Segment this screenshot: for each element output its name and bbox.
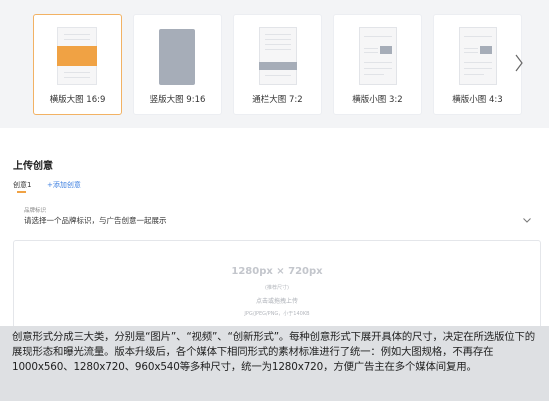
format-label: 横版小图 3:2 xyxy=(352,95,403,105)
landscape-large-thumbnail xyxy=(57,27,97,85)
chevron-down-icon[interactable] xyxy=(522,210,532,223)
add-creative-link[interactable]: +添加创意 xyxy=(47,180,81,190)
format-card-portrait-large-9-16[interactable]: 竖版大图 9:16 xyxy=(133,14,222,115)
brand-field-label: 品牌标识 xyxy=(24,208,47,214)
format-card-landscape-large-16-9[interactable]: 横版大图 16:9 xyxy=(33,14,122,115)
upload-recommend-label: (推荐尺寸) xyxy=(265,285,289,291)
format-card-banner-large-7-2[interactable]: 通栏大图 7:2 xyxy=(233,14,322,115)
chevron-right-icon[interactable] xyxy=(511,52,527,74)
tab-creative-1[interactable]: 创意1 xyxy=(13,180,31,190)
section-title: 上传创意 xyxy=(13,161,53,172)
format-selector: 横版大图 16:9 竖版大图 9:16 通栏大图 7:2 横版小图 3:2 横版… xyxy=(0,0,549,128)
format-label: 横版小图 4:3 xyxy=(452,95,503,105)
format-label: 竖版大图 9:16 xyxy=(149,95,206,105)
landscape-small-thumbnail xyxy=(459,27,497,85)
active-tab-indicator xyxy=(17,191,26,193)
brand-select[interactable]: 品牌标识 请选择一个品牌标识，与广告创意一起展示 xyxy=(13,200,540,232)
brand-field-placeholder: 请选择一个品牌标识，与广告创意一起展示 xyxy=(24,216,167,225)
upload-size-label: 1280px × 720px xyxy=(231,266,323,277)
landscape-small-thumbnail xyxy=(359,27,397,85)
format-card-landscape-small-4-3[interactable]: 横版小图 4:3 xyxy=(433,14,522,115)
format-label: 通栏大图 7:2 xyxy=(252,95,303,105)
portrait-large-thumbnail xyxy=(159,29,195,85)
upload-format-note: JPG/JPEG/PNG，小于140KB xyxy=(244,311,310,317)
caption-overlay: 创意形式分成三大类，分别是“图片”、“视频”、“创新形式”。每种创意形式下展开具… xyxy=(0,326,549,401)
ad-creative-page: 横版大图 16:9 竖版大图 9:16 通栏大图 7:2 横版小图 3:2 横版… xyxy=(0,0,549,401)
banner-thumbnail xyxy=(259,27,297,85)
format-card-landscape-small-3-2[interactable]: 横版小图 3:2 xyxy=(333,14,422,115)
format-label: 横版大图 16:9 xyxy=(49,95,106,105)
caption-text: 创意形式分成三大类，分别是“图片”、“视频”、“创新形式”。每种创意形式下展开具… xyxy=(12,331,535,374)
upload-hint: 点击或拖拽上传 xyxy=(255,298,298,305)
